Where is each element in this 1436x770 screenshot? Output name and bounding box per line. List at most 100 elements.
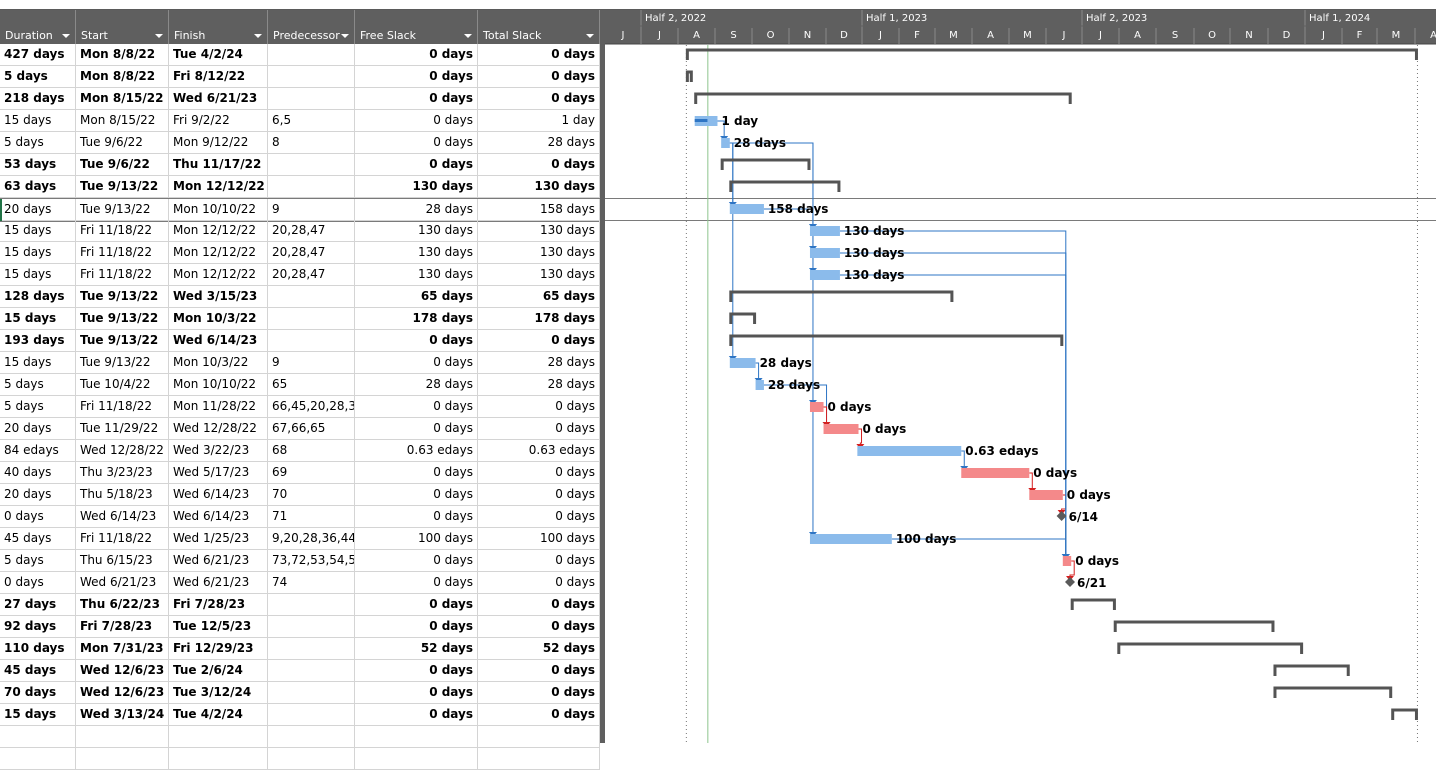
cell-duration[interactable]: 27 days	[0, 594, 76, 616]
cell-free[interactable]: 130 days	[355, 242, 478, 264]
cell-duration[interactable]: 15 days	[0, 308, 76, 330]
cell-finish[interactable]: Wed 6/14/23	[169, 330, 268, 352]
cell-free[interactable]: 52 days	[355, 638, 478, 660]
cell-total[interactable]: 130 days	[478, 220, 600, 242]
cell-duration[interactable]: 45 days	[0, 660, 76, 682]
cell-finish[interactable]: Fri 12/29/23	[169, 638, 268, 660]
table-row[interactable]: 15 days Mon 8/15/22 Fri 9/2/22 6,5 0 days 1 d…	[0, 110, 600, 132]
cell-pred[interactable]	[268, 330, 355, 352]
cell-pred[interactable]: 9	[268, 352, 355, 374]
cell-start[interactable]: Tue 9/13/22	[76, 176, 169, 198]
cell-total[interactable]: 0 days	[478, 396, 600, 418]
cell-pred[interactable]	[268, 726, 355, 748]
cell-duration[interactable]: 5 days	[0, 374, 76, 396]
cell-total[interactable]: 178 days	[478, 308, 600, 330]
cell-total[interactable]: 52 days	[478, 638, 600, 660]
cell-total[interactable]: 28 days	[478, 374, 600, 396]
table-row[interactable]: 20 days Tue 9/13/22 Mon 10/10/22 9 28 days 15…	[0, 198, 600, 222]
cell-start[interactable]: Tue 11/29/22	[76, 418, 169, 440]
table-row[interactable]: 15 days Tue 9/13/22 Mon 10/3/22 9 0 days 28 d…	[0, 352, 600, 374]
cell-free[interactable]: 100 days	[355, 528, 478, 550]
cell-free[interactable]: 0 days	[355, 594, 478, 616]
cell-total[interactable]: 28 days	[478, 132, 600, 154]
cell-start[interactable]: Thu 5/18/23	[76, 484, 169, 506]
cell-free[interactable]	[355, 726, 478, 748]
table-row[interactable]: 5 days Mon 8/8/22 Fri 8/12/22 0 days 0 days	[0, 66, 600, 88]
cell-total[interactable]: 0 days	[478, 506, 600, 528]
cell-finish[interactable]: Mon 10/3/22	[169, 352, 268, 374]
table-row[interactable]: 193 days Tue 9/13/22 Wed 6/14/23 0 days 0 da…	[0, 330, 600, 352]
cell-total[interactable]: 0 days	[478, 484, 600, 506]
cell-start[interactable]: Fri 11/18/22	[76, 528, 169, 550]
cell-duration[interactable]: 427 days	[0, 44, 76, 66]
column-header-start[interactable]: Start	[76, 10, 169, 44]
cell-duration[interactable]	[0, 726, 76, 748]
cell-pred[interactable]: 20,28,47	[268, 242, 355, 264]
cell-free[interactable]: 178 days	[355, 308, 478, 330]
cell-start[interactable]: Wed 12/6/23	[76, 660, 169, 682]
cell-free[interactable]: 130 days	[355, 176, 478, 198]
cell-duration[interactable]: 20 days	[0, 199, 76, 221]
cell-free[interactable]: 0 days	[355, 154, 478, 176]
cell-start[interactable]: Tue 9/13/22	[76, 199, 169, 221]
table-row[interactable]: 5 days Fri 11/18/22 Mon 11/28/22 66,45,20,2…	[0, 396, 600, 418]
cell-pred[interactable]	[268, 616, 355, 638]
cell-total[interactable]: 65 days	[478, 286, 600, 308]
cell-free[interactable]: 0 days	[355, 44, 478, 66]
table-row[interactable]: 5 days Tue 9/6/22 Mon 9/12/22 8 0 days 28 day…	[0, 132, 600, 154]
cell-total[interactable]: 0 days	[478, 704, 600, 726]
cell-free[interactable]: 28 days	[355, 199, 478, 221]
cell-finish[interactable]: Fri 8/12/22	[169, 66, 268, 88]
column-header-finish[interactable]: Finish	[169, 10, 268, 44]
filter-dropdown-icon[interactable]	[586, 34, 594, 38]
cell-duration[interactable]: 5 days	[0, 550, 76, 572]
cell-total[interactable]: 0 days	[478, 154, 600, 176]
cell-start[interactable]: Fri 11/18/22	[76, 264, 169, 286]
cell-pred[interactable]: 70	[268, 484, 355, 506]
cell-total[interactable]: 0 days	[478, 572, 600, 594]
cell-free[interactable]: 0 days	[355, 330, 478, 352]
cell-pred[interactable]	[268, 660, 355, 682]
cell-duration[interactable]: 15 days	[0, 220, 76, 242]
cell-finish[interactable]: Mon 12/12/22	[169, 220, 268, 242]
table-row[interactable]: 92 days Fri 7/28/23 Tue 12/5/23 0 days 0 day…	[0, 616, 600, 638]
cell-pred[interactable]: 67,66,65	[268, 418, 355, 440]
table-row[interactable]: 5 days Thu 6/15/23 Wed 6/21/23 73,72,53,54,…	[0, 550, 600, 572]
cell-total[interactable]: 100 days	[478, 528, 600, 550]
cell-finish[interactable]: Wed 1/25/23	[169, 528, 268, 550]
table-row[interactable]: 15 days Wed 3/13/24 Tue 4/2/24 0 days 0 days	[0, 704, 600, 726]
cell-pred[interactable]	[268, 594, 355, 616]
cell-finish[interactable]: Wed 6/14/23	[169, 484, 268, 506]
table-row[interactable]: 53 days Tue 9/6/22 Thu 11/17/22 0 days 0 day…	[0, 154, 600, 176]
cell-finish[interactable]: Tue 12/5/23	[169, 616, 268, 638]
cell-free[interactable]: 0 days	[355, 484, 478, 506]
cell-pred[interactable]	[268, 176, 355, 198]
cell-start[interactable]: Tue 9/6/22	[76, 132, 169, 154]
cell-free[interactable]: 0 days	[355, 616, 478, 638]
cell-total[interactable]: 0 days	[478, 682, 600, 704]
cell-duration[interactable]	[0, 748, 76, 770]
column-header-pred[interactable]: Predecessor	[268, 10, 355, 44]
cell-start[interactable]: Tue 9/13/22	[76, 308, 169, 330]
cell-duration[interactable]: 0 days	[0, 506, 76, 528]
cell-finish[interactable]: Mon 12/12/22	[169, 176, 268, 198]
cell-finish[interactable]: Tue 4/2/24	[169, 44, 268, 66]
cell-start[interactable]: Tue 9/13/22	[76, 286, 169, 308]
empty-row[interactable]	[0, 748, 600, 770]
cell-total[interactable]: 130 days	[478, 176, 600, 198]
cell-total[interactable]: 0 days	[478, 616, 600, 638]
cell-free[interactable]: 65 days	[355, 286, 478, 308]
cell-total[interactable]: 0 days	[478, 66, 600, 88]
empty-row[interactable]	[0, 726, 600, 748]
cell-start[interactable]: Wed 12/28/22	[76, 440, 169, 462]
table-row[interactable]: 45 days Fri 11/18/22 Wed 1/25/23 9,20,28,36…	[0, 528, 600, 550]
cell-finish[interactable]: Tue 4/2/24	[169, 704, 268, 726]
cell-pred[interactable]: 65	[268, 374, 355, 396]
cell-duration[interactable]: 15 days	[0, 242, 76, 264]
cell-free[interactable]: 0 days	[355, 110, 478, 132]
cell-pred[interactable]	[268, 44, 355, 66]
cell-total[interactable]: 1 day	[478, 110, 600, 132]
table-row[interactable]: 5 days Tue 10/4/22 Mon 10/10/22 65 28 days 28…	[0, 374, 600, 396]
cell-total[interactable]: 130 days	[478, 264, 600, 286]
table-row[interactable]: 84 edays Wed 12/28/22 Wed 3/22/23 68 0.63 ed…	[0, 440, 600, 462]
